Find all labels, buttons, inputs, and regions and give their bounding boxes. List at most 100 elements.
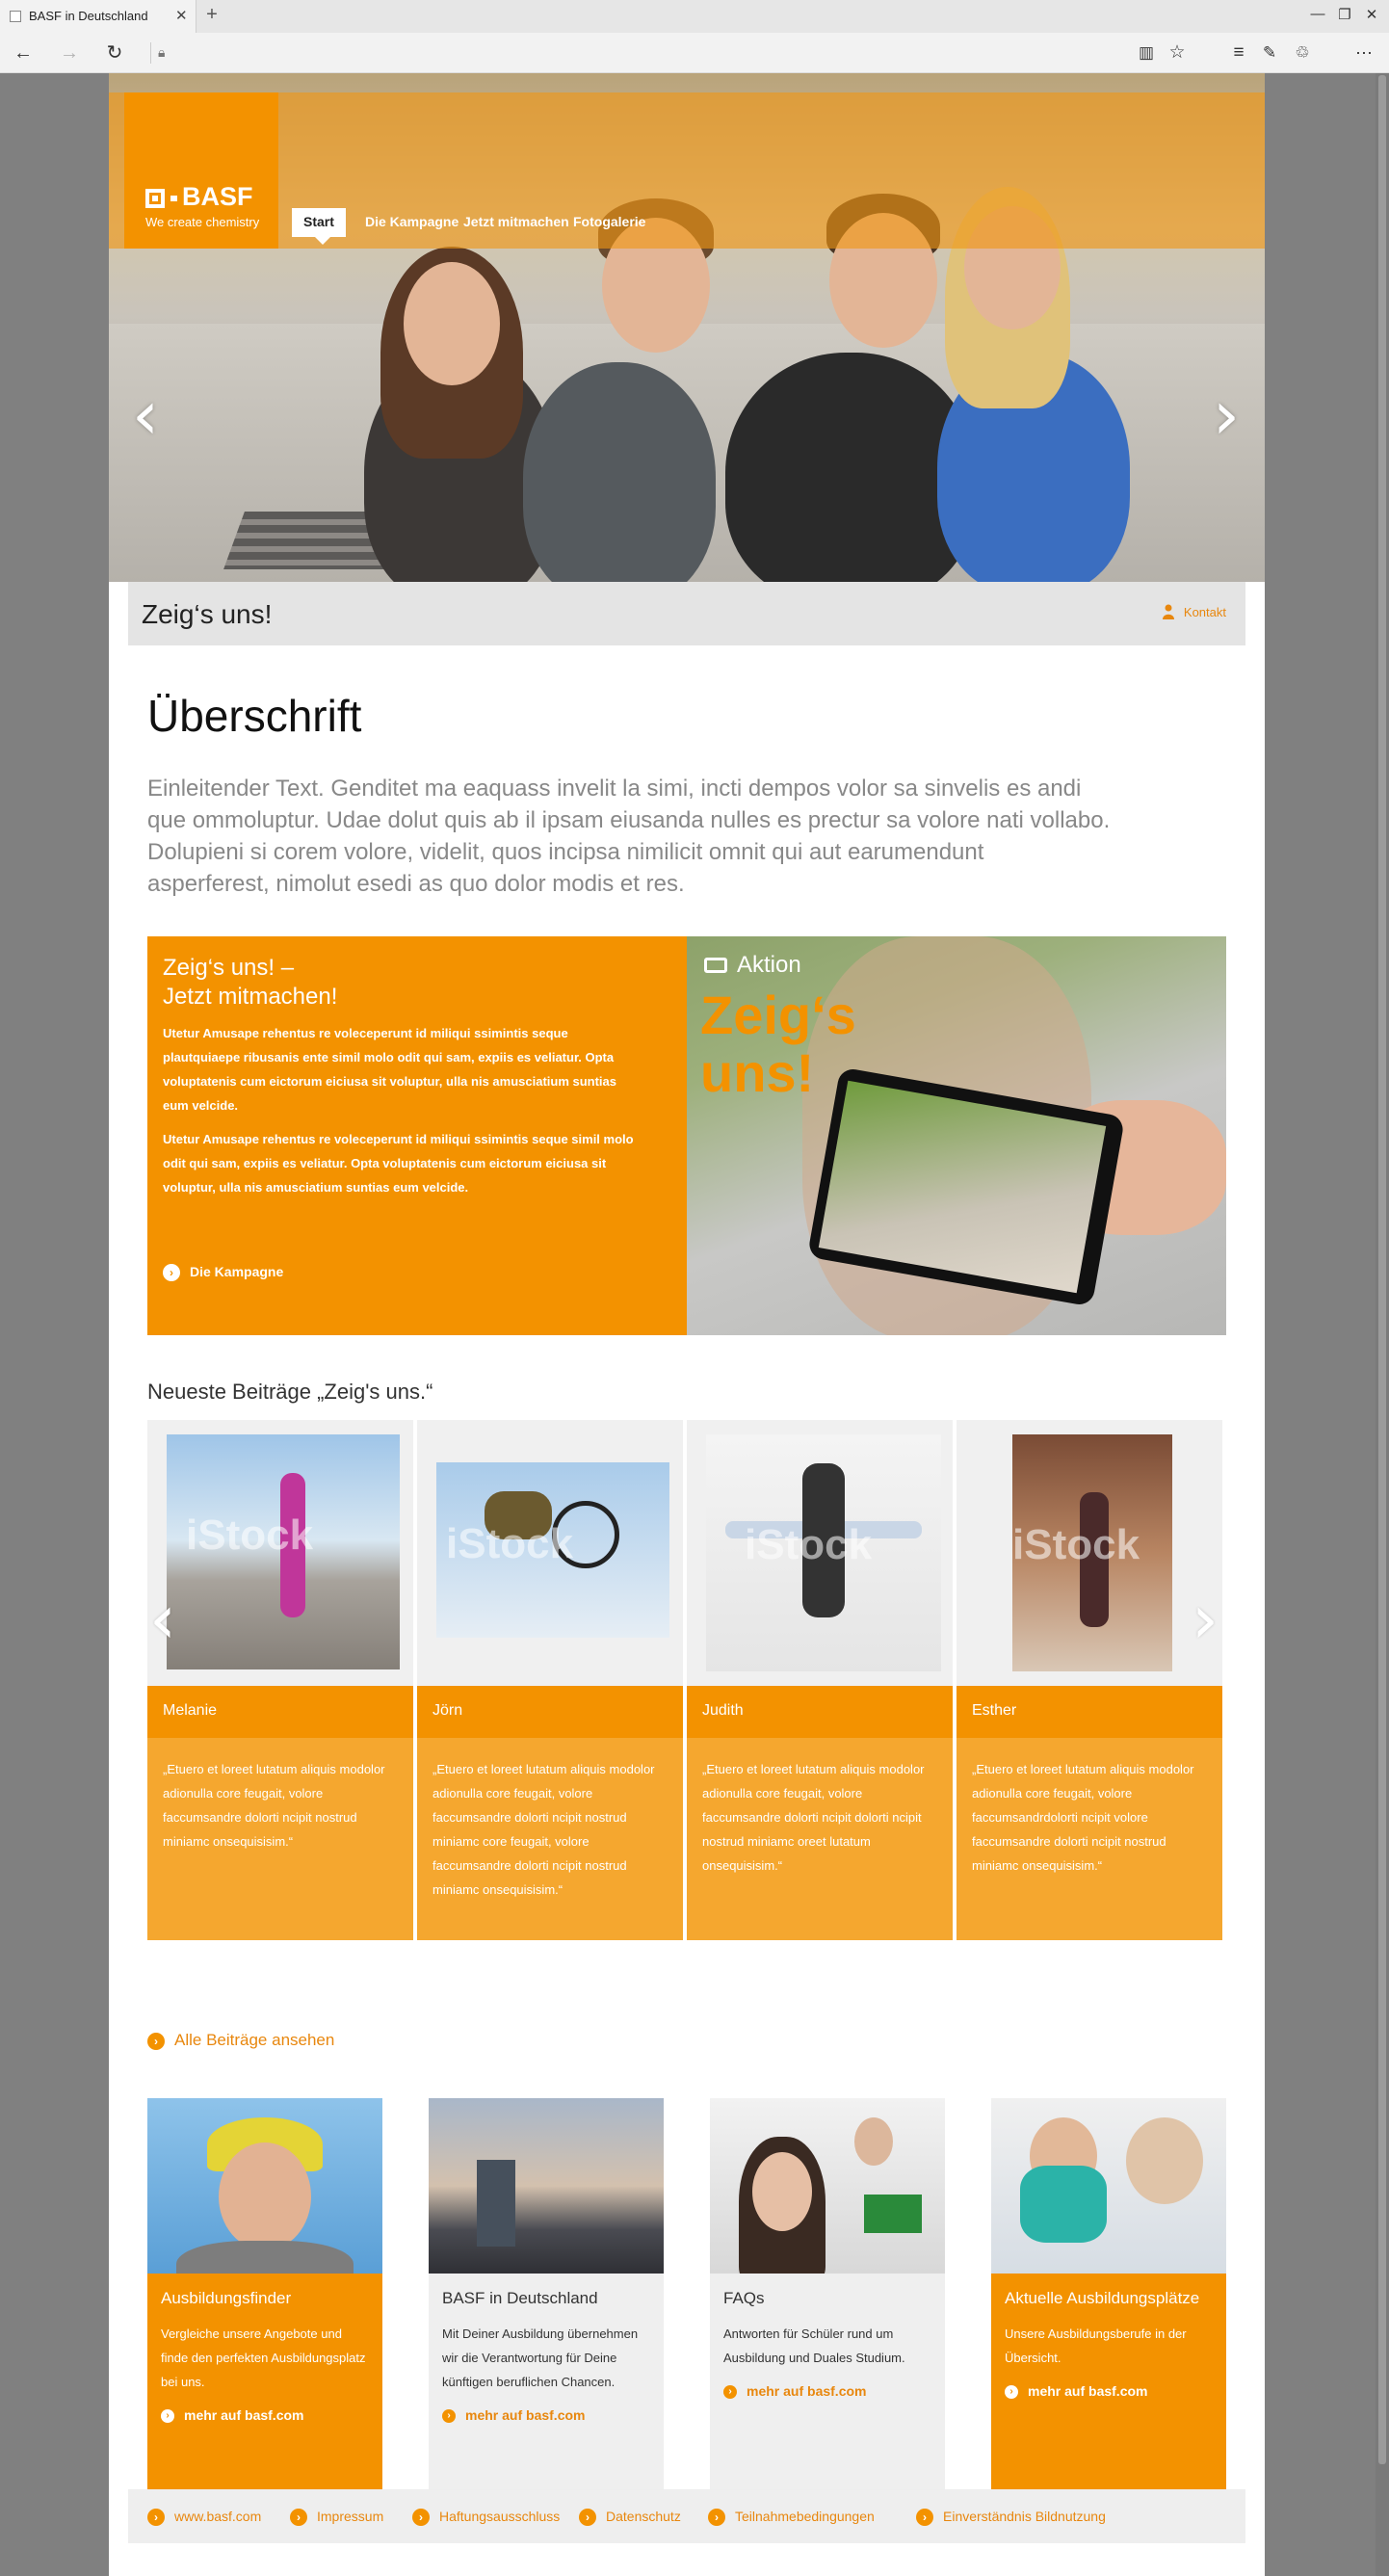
refresh-icon[interactable]: ↻ [101, 41, 128, 65]
box-title: FAQs [723, 2289, 765, 2307]
page-icon [10, 11, 21, 22]
back-icon[interactable]: ← [10, 41, 37, 65]
box-image-basf-deutschland [429, 2098, 664, 2274]
box-title: Ausbildungsfinder [161, 2289, 292, 2307]
nav-fotogalerie[interactable]: Fotogalerie [562, 208, 657, 237]
more-icon[interactable]: ⋯ [1350, 41, 1377, 65]
share-icon[interactable]: ♲ [1289, 41, 1316, 65]
box-image-folder [864, 2195, 922, 2233]
basf-logo-dash [170, 196, 177, 201]
box-body: FAQs Antworten für Schüler rund um Ausbi… [710, 2274, 945, 2499]
hero-next-arrow-icon[interactable]: › [1213, 381, 1240, 449]
box-image-ausbildungsfinder [147, 2098, 382, 2274]
favorite-star-icon[interactable]: ☆ [1164, 41, 1191, 65]
footer-link-impressum[interactable]: › Impressum [290, 2509, 384, 2527]
post-photo: iStock [167, 1434, 400, 1669]
contact-link[interactable]: Kontakt [1184, 605, 1226, 619]
chevron-right-icon: › [579, 2509, 596, 2527]
contact-person-icon[interactable] [1163, 604, 1174, 619]
box-image-tower [477, 2160, 515, 2247]
posts-next-arrow-icon[interactable]: › [1192, 1586, 1219, 1653]
post-author: Melanie [147, 1686, 413, 1738]
footer-link-teilnahmebedingungen[interactable]: › Teilnahmebedingungen [708, 2509, 875, 2527]
hero-prev-arrow-icon[interactable]: ‹ [132, 381, 159, 449]
hero-slider: BASF We create chemistry Start Die Kampa… [109, 73, 1265, 582]
posts-section-title: Neueste Beiträge „Zeig's uns.“ [147, 1380, 433, 1404]
post-card[interactable]: iStock Judith „Etuero et loreet lutatum … [687, 1420, 953, 1940]
intro-text: Einleitender Text. Genditet ma eaquass i… [147, 775, 1111, 897]
box-link-label: mehr auf basf.com [184, 2407, 304, 2423]
chevron-right-icon: › [163, 1264, 180, 1282]
post-photo: iStock [706, 1434, 941, 1671]
tab-close-icon[interactable]: ✕ [175, 7, 188, 24]
campaign-teaser: Zeig‘s uns! – Jetzt mitmachen! Utetur Am… [147, 936, 687, 1335]
web-note-icon[interactable]: ✎ [1256, 41, 1283, 65]
footer-link-label: Datenschutz [606, 2509, 681, 2524]
footer-link-label: Teilnahmebedingungen [735, 2509, 875, 2524]
istock-watermark: iStock [446, 1520, 574, 1567]
aktion-teaser-image[interactable]: Aktion Zeig‘s uns! [687, 936, 1226, 1335]
box-body: Ausbildungsfinder Vergleiche unsere Ange… [147, 2274, 382, 2499]
box-link[interactable]: › mehr auf basf.com [723, 2383, 931, 2400]
aktion-label: Aktion [737, 952, 801, 978]
box-body: BASF in Deutschland Mit Deiner Ausbildun… [429, 2274, 664, 2499]
forward-icon[interactable]: → [56, 41, 83, 65]
all-posts-label: Alle Beiträge ansehen [174, 2031, 335, 2049]
maximize-button[interactable]: ❐ [1333, 6, 1356, 23]
lock-icon: 🔒︎ [158, 44, 166, 60]
minimize-button[interactable]: — [1306, 6, 1329, 22]
post-author: Judith [687, 1686, 953, 1738]
browser-navbar: ← → ↻ 🔒︎ ▥ ☆ ≡ ✎ ♲ ⋯ [0, 33, 1389, 73]
box-image-colleague [1126, 2117, 1203, 2204]
box-body: Aktuelle Ausbildungsplätze Unsere Ausbil… [991, 2274, 1226, 2499]
browser-tabbar: BASF in Deutschland ✕ + — ❐ ✕ [0, 0, 1389, 33]
chevron-right-icon: › [147, 2032, 165, 2050]
box-title: BASF in Deutschland [442, 2289, 598, 2307]
posts-prev-arrow-icon[interactable]: ‹ [149, 1586, 176, 1653]
footer-link-basf-com[interactable]: › www.basf.com [147, 2509, 261, 2527]
address-divider [150, 42, 151, 64]
browser-tab[interactable]: BASF in Deutschland ✕ [0, 0, 197, 33]
window-close-button[interactable]: ✕ [1360, 6, 1383, 23]
box-link[interactable]: › mehr auf basf.com [1005, 2383, 1213, 2400]
istock-watermark: iStock [186, 1511, 314, 1559]
web-page: BASF We create chemistry Start Die Kampa… [109, 73, 1265, 2576]
page-scrollbar[interactable] [1376, 73, 1389, 2576]
hub-icon[interactable]: ≡ [1225, 41, 1252, 65]
chevron-right-icon: › [708, 2509, 725, 2527]
reading-view-icon[interactable]: ▥ [1133, 41, 1160, 65]
hero-header-overlay [109, 92, 1265, 249]
teaser-link-label: Die Kampagne [190, 1264, 284, 1279]
footer-link-haftungsausschluss[interactable]: › Haftungsausschluss [412, 2509, 560, 2527]
box-image-face [752, 2152, 812, 2231]
post-card[interactable]: iStock Melanie „Etuero et loreet lutatum… [147, 1420, 413, 1940]
teaser-link-die-kampagne[interactable]: › Die Kampagne [163, 1264, 284, 1282]
hero-face-1 [404, 262, 500, 385]
all-posts-link[interactable]: › Alle Beiträge ansehen [147, 2031, 334, 2050]
footer-link-datenschutz[interactable]: › Datenschutz [579, 2509, 681, 2527]
box-link[interactable]: › mehr auf basf.com [442, 2407, 650, 2424]
box-link-label: mehr auf basf.com [1028, 2383, 1148, 2399]
main-heading: Überschrift [147, 691, 362, 741]
footer-link-label: Einverständnis Bildnutzung [943, 2509, 1106, 2524]
post-card[interactable]: iStock Esther „Etuero et loreet lutatum … [957, 1420, 1222, 1940]
footer-link-label: Impressum [317, 2509, 384, 2524]
basf-logo-tagline: We create chemistry [145, 215, 260, 229]
scrollbar-thumb[interactable] [1378, 75, 1386, 2464]
box-image-colleague [854, 2117, 893, 2166]
nav-start[interactable]: Start [292, 208, 346, 245]
tab-title: BASF in Deutschland [29, 9, 148, 23]
box-link-label: mehr auf basf.com [465, 2407, 586, 2423]
post-photo: iStock [436, 1462, 669, 1638]
chevron-right-icon: › [161, 2409, 174, 2424]
chevron-right-icon: › [290, 2509, 307, 2527]
post-card[interactable]: iStock Jörn „Etuero et loreet lutatum al… [417, 1420, 683, 1940]
basf-logo[interactable]: BASF We create chemistry [124, 92, 278, 249]
new-tab-button[interactable]: + [200, 4, 223, 26]
footer-link-einverstaendnis-bildnutzung[interactable]: › Einverständnis Bildnutzung [916, 2509, 1106, 2527]
box-image-faqs [710, 2098, 945, 2274]
chevron-right-icon: › [723, 2385, 737, 2400]
teaser-heading: Zeig‘s uns! – Jetzt mitmachen! [163, 954, 337, 1012]
box-link[interactable]: › mehr auf basf.com [161, 2407, 369, 2424]
basf-logo-mark [145, 189, 165, 208]
